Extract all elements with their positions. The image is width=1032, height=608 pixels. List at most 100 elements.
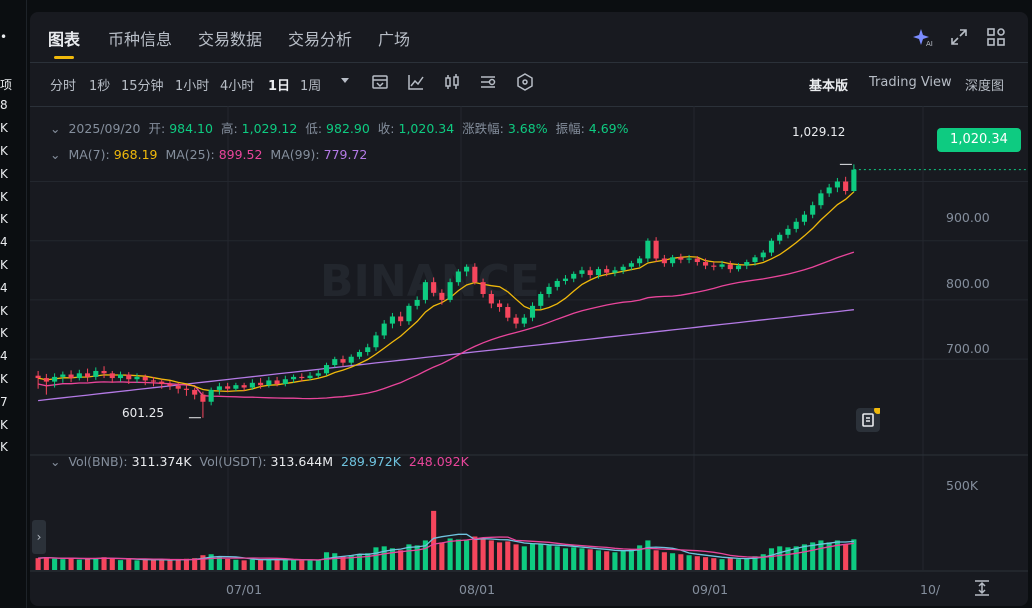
volume-bar	[142, 559, 148, 570]
volume-bar	[513, 544, 519, 570]
news-icon[interactable]	[856, 406, 882, 432]
tab-square[interactable]: 广场	[378, 26, 410, 50]
view-tradingview[interactable]: Trading View	[869, 75, 952, 90]
left-strip-char: 7	[0, 394, 8, 409]
ma-legend: ⌄ MA(7): 968.19 MA(25): 899.52 MA(99): 779.…	[50, 147, 368, 162]
volume-bar	[225, 558, 231, 570]
candle-body	[406, 305, 412, 322]
indicator-icon[interactable]	[370, 72, 390, 96]
candle-body	[529, 305, 536, 318]
volume-bar	[134, 560, 140, 570]
tab-coin-info[interactable]: 币种信息	[108, 26, 172, 50]
candle-body	[727, 264, 733, 270]
low-marker-label: 601.25	[122, 406, 164, 420]
volume-bar	[472, 536, 478, 570]
volume-bar	[719, 559, 725, 570]
volume-bar	[150, 559, 157, 570]
interval-1w[interactable]: 1周	[300, 75, 321, 94]
candle-body	[422, 282, 428, 300]
candle-body	[348, 356, 354, 363]
chart-toolbar: 分时 1秒 15分钟 1小时 4小时 1日 1周 基本版 Trading Vie…	[30, 62, 1028, 107]
candle-body	[258, 382, 264, 386]
volume-bar	[711, 558, 717, 570]
tab-chart[interactable]: 图表	[48, 26, 80, 50]
volume-bar	[175, 559, 181, 570]
more-dropdown-icon[interactable]	[338, 73, 352, 91]
volume-bar	[480, 538, 486, 570]
volume-bar	[76, 559, 82, 570]
drawing-icon[interactable]	[406, 72, 426, 96]
candle-body	[373, 335, 379, 348]
view-depth[interactable]: 深度图	[965, 75, 1004, 94]
left-strip-char: K	[0, 417, 8, 432]
volume-bar	[381, 546, 387, 570]
legend-chevron-icon[interactable]: ⌄	[50, 121, 60, 136]
candle-body	[340, 359, 346, 363]
volume-bar	[447, 538, 453, 570]
volume-bar	[323, 552, 330, 570]
candle-body	[439, 292, 445, 300]
candle-body	[249, 382, 255, 388]
left-strip-char: K	[0, 440, 8, 455]
interval-1s[interactable]: 1秒	[89, 75, 110, 94]
volume-bar	[52, 558, 58, 570]
auto-scale-icon[interactable]	[972, 578, 992, 598]
interval-1d[interactable]: 1日	[268, 75, 290, 94]
candle-body	[414, 299, 420, 306]
interval-timeline[interactable]: 分时	[50, 75, 76, 94]
candle-body	[488, 294, 494, 304]
x-tick: 10/	[920, 582, 941, 597]
candle-body	[291, 376, 297, 380]
volume-bar	[43, 557, 49, 570]
volume-bar	[801, 544, 807, 570]
candle-body	[785, 228, 791, 235]
volume-bar	[35, 558, 41, 570]
volume-bar	[670, 553, 676, 570]
volume-bar	[109, 558, 115, 570]
volume-bar	[694, 556, 700, 570]
expand-icon[interactable]	[948, 26, 970, 48]
last-price-badge: 1,020.34	[937, 128, 1021, 152]
candle-body	[472, 266, 478, 283]
volume-bar	[241, 560, 247, 570]
candle-body	[810, 205, 816, 215]
tab-trading-data[interactable]: 交易数据	[198, 26, 262, 50]
volume-bar	[464, 540, 470, 570]
candle-body	[101, 370, 107, 374]
volume-bar	[183, 558, 189, 570]
candle-body	[587, 270, 593, 276]
candle-body	[579, 270, 585, 274]
volume-bar	[735, 559, 742, 570]
volume-bar	[653, 550, 659, 570]
candle-body	[719, 264, 725, 267]
view-basic[interactable]: 基本版	[809, 75, 848, 94]
candle-body	[670, 257, 676, 264]
candle-body	[241, 385, 247, 388]
kline-chart[interactable]: BINANCE	[30, 106, 1028, 606]
candle-body	[175, 385, 181, 389]
vol-chevron-icon[interactable]: ⌄	[50, 454, 60, 469]
hexagon-icon[interactable]	[515, 72, 535, 96]
left-strip-char: 8	[0, 98, 8, 113]
layout-grid-icon[interactable]	[985, 26, 1007, 48]
tab-trading-analysis[interactable]: 交易分析	[288, 26, 352, 50]
left-strip-char: K	[0, 326, 8, 341]
interval-1h[interactable]: 1小时	[175, 75, 209, 94]
interval-15m[interactable]: 15分钟	[121, 75, 164, 94]
volume-bar	[282, 559, 288, 570]
tab-bar: 图表 币种信息 交易数据 交易分析 广场 AI	[30, 12, 1028, 63]
volume-bar	[505, 541, 511, 570]
candle-body	[307, 375, 313, 379]
ai-sparkle-icon[interactable]: AI	[912, 26, 934, 48]
candle-body	[661, 258, 667, 264]
ma-chevron-icon[interactable]: ⌄	[50, 147, 60, 162]
candle-body	[233, 385, 239, 389]
volume-bar	[455, 539, 461, 570]
collapse-arrow-icon[interactable]: ›	[32, 520, 46, 554]
candle-type-icon[interactable]	[442, 72, 462, 96]
candle-body	[192, 389, 198, 395]
interval-4h[interactable]: 4小时	[220, 75, 254, 94]
candle-body	[505, 307, 511, 318]
volume-bar	[678, 554, 684, 570]
settings-icon[interactable]	[478, 72, 498, 96]
